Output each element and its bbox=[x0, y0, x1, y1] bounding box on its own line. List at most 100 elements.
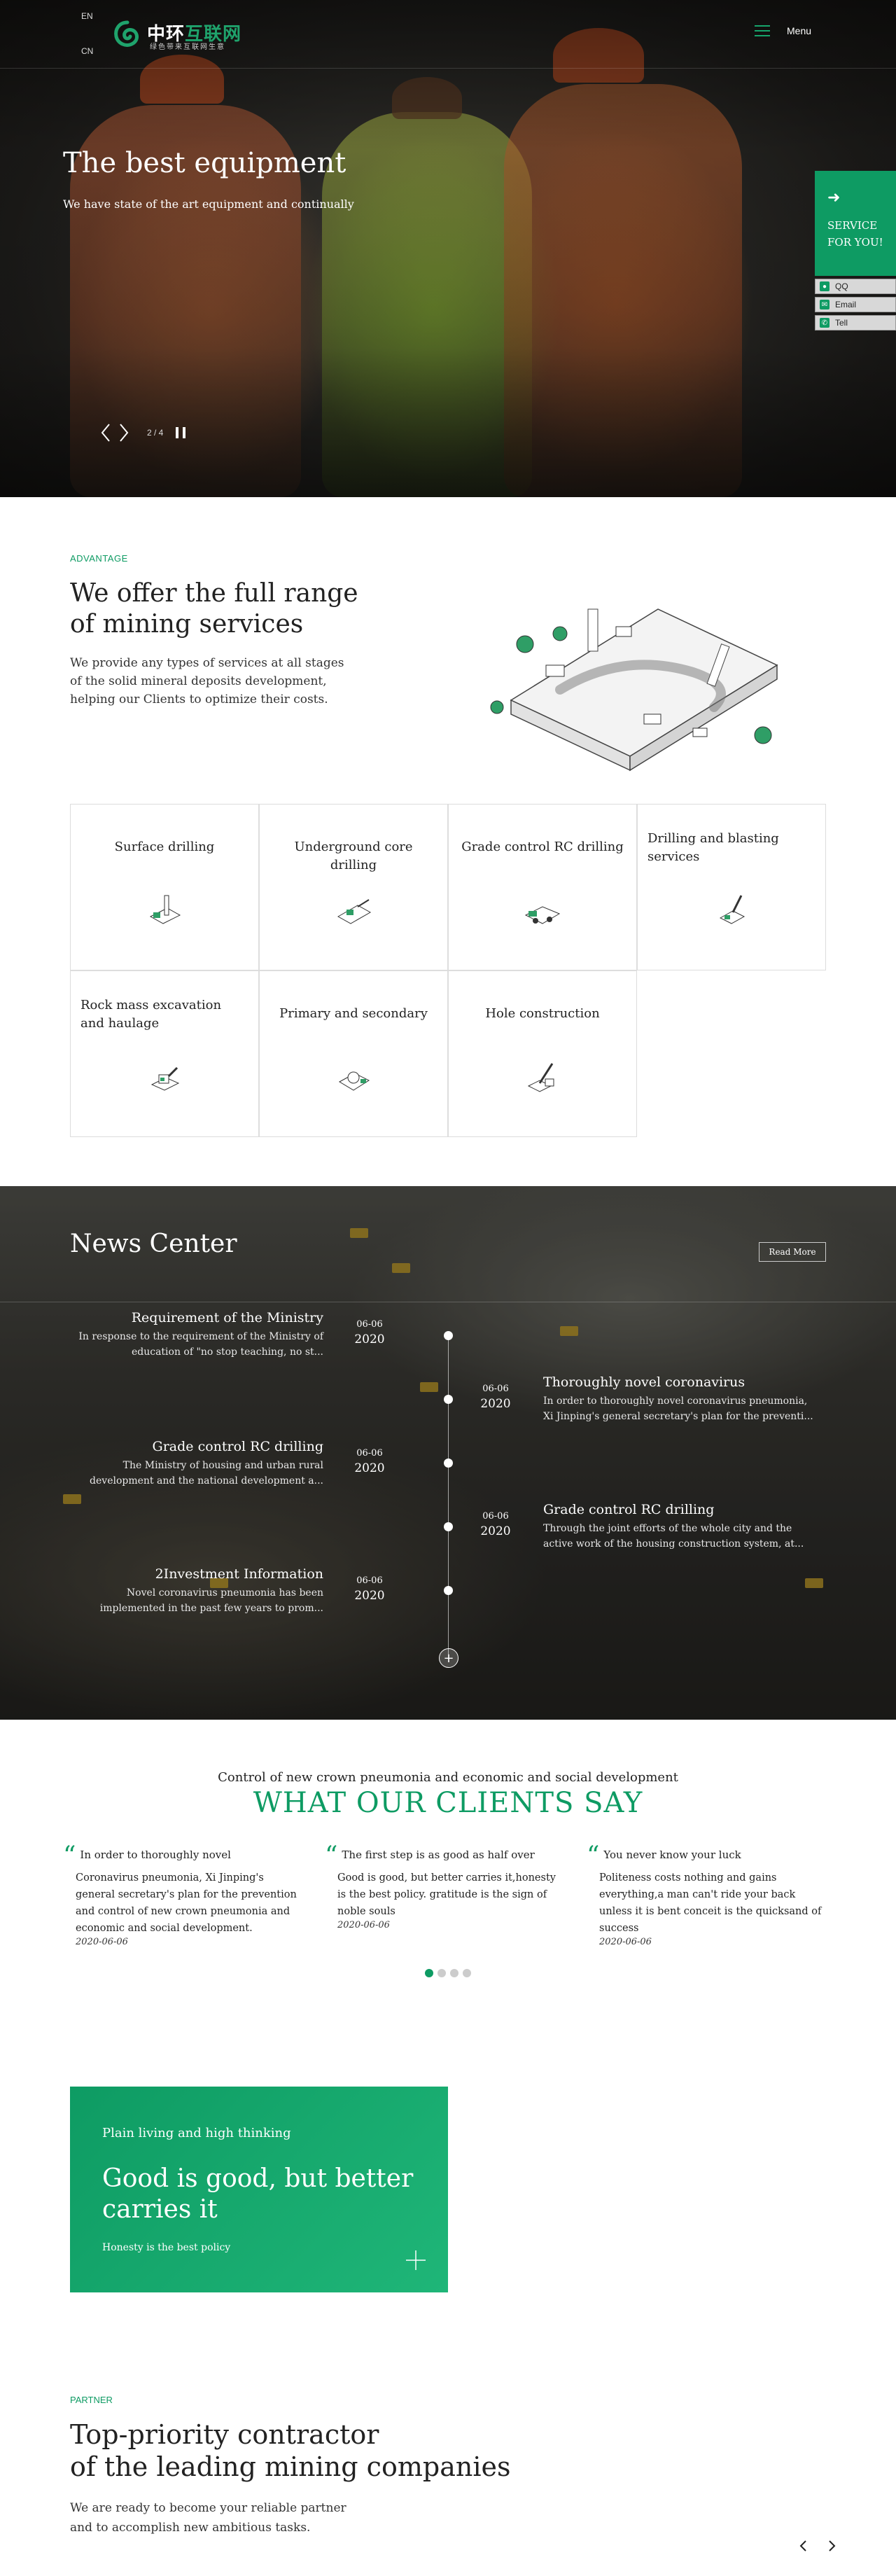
pagination-dot[interactable] bbox=[463, 1969, 471, 1977]
timeline-dot bbox=[444, 1522, 453, 1531]
partner-title: Top-priority contractor of the leading mi… bbox=[70, 2419, 511, 2482]
testimonial: “ In order to thoroughly novel Coronaviru… bbox=[63, 1842, 301, 1948]
mail-icon: ✉ bbox=[820, 300, 830, 309]
service-card-rock-mass-excavation[interactable]: Rock mass excavation and haulage bbox=[70, 970, 259, 1137]
core-drill-icon bbox=[337, 899, 372, 924]
testimonial-pagination bbox=[425, 1969, 475, 1977]
testimonial-date: 2020-06-06 bbox=[76, 1937, 128, 1947]
pagination-dot[interactable] bbox=[450, 1969, 458, 1977]
partner-description: We are ready to become your reliable par… bbox=[70, 2501, 346, 2535]
service-card-grade-control-rc-drilling[interactable]: Grade control RC drilling bbox=[448, 804, 637, 970]
testimonial-date: 2020-06-06 bbox=[599, 1937, 652, 1947]
timeline-dot bbox=[444, 1458, 453, 1468]
testimonial: “You never know your luck Politeness cos… bbox=[587, 1842, 825, 1948]
news-item[interactable]: 2Investment Information Novel coronaviru… bbox=[43, 1566, 323, 1616]
chevron-left-icon[interactable] bbox=[795, 2537, 812, 2554]
news-item-title: Thoroughly novel coronavirus bbox=[543, 1374, 746, 1390]
service-card-hole-construction[interactable]: Hole construction bbox=[448, 970, 637, 1137]
card-subtitle: Honesty is the best policy bbox=[102, 2242, 231, 2253]
logo[interactable]: 中环互联网 绿色带来互联网生意 bbox=[112, 17, 252, 55]
hole-drill-icon bbox=[527, 1063, 554, 1092]
news-item-date: 06-06 2020 bbox=[480, 1384, 511, 1411]
pause-icon[interactable] bbox=[176, 427, 186, 438]
hero-subtitle: We have state of the art equipment and c… bbox=[63, 197, 354, 211]
timeline-dot bbox=[444, 1395, 453, 1404]
contact-link-tell[interactable]: ✆ Tell bbox=[815, 315, 896, 330]
news-item-desc: Through the joint efforts of the whole c… bbox=[543, 1523, 804, 1550]
testimonial-body: Politeness costs nothing and gains every… bbox=[599, 1872, 822, 1934]
service-card-underground-core-drilling[interactable]: Underground core drilling bbox=[259, 804, 448, 970]
testimonial-title: You never know your luck bbox=[603, 1849, 741, 1861]
news-item-title: Grade control RC drilling bbox=[152, 1439, 323, 1454]
news-item[interactable]: Grade control RC drilling The Ministry o… bbox=[43, 1438, 323, 1489]
phone-icon: ✆ bbox=[820, 318, 830, 328]
testimonial-title: The first step is as good as half over bbox=[342, 1849, 535, 1861]
card-title: Good is good, but better carries it bbox=[102, 2164, 414, 2224]
advantage-description: We provide any types of services at all … bbox=[70, 656, 344, 706]
menu-button[interactable]: Menu bbox=[755, 25, 811, 36]
mining-site-illustration bbox=[490, 608, 778, 772]
testimonial-title: In order to thoroughly novel bbox=[80, 1849, 231, 1861]
partner-slider-nav bbox=[784, 2537, 840, 2554]
quote-icon: “ bbox=[325, 1842, 338, 1870]
testimonial: “The first step is as good as half over … bbox=[325, 1842, 563, 1931]
timeline-dot bbox=[444, 1586, 453, 1595]
motto-card: Plain living and high thinking Good is g… bbox=[70, 2087, 448, 2292]
news-item-desc: In order to thoroughly novel coronavirus… bbox=[543, 1395, 813, 1422]
arrow-right-icon: ➜ bbox=[827, 189, 841, 207]
excavator-icon bbox=[150, 1066, 180, 1091]
service-label: Hole construction bbox=[485, 1006, 600, 1021]
lang-cn-link[interactable]: CN bbox=[81, 46, 93, 56]
contact-link-email[interactable]: ✉ Email bbox=[815, 297, 896, 312]
service-widget[interactable]: ➜ SERVICE FOR YOU! bbox=[815, 171, 896, 276]
service-card-surface-drilling[interactable]: Surface drilling bbox=[70, 804, 259, 970]
blasting-rig-icon bbox=[719, 895, 746, 924]
logo-tagline: 绿色带来互联网生意 bbox=[150, 43, 225, 51]
advantage-title: We offer the full range of mining service… bbox=[70, 579, 358, 639]
service-label: Drilling and blasting services bbox=[648, 831, 779, 864]
contact-link-qq[interactable]: ● QQ bbox=[815, 279, 896, 294]
person-icon: ● bbox=[820, 281, 830, 291]
pagination-dot[interactable] bbox=[425, 1969, 433, 1977]
chevron-right-icon[interactable] bbox=[115, 419, 133, 447]
contact-links: ● QQ ✉ Email ✆ Tell bbox=[815, 279, 896, 333]
testimonial-date: 2020-06-06 bbox=[337, 1920, 390, 1930]
quote-icon: “ bbox=[63, 1842, 76, 1870]
testimonial-body: Coronavirus pneumonia, Xi Jinping's gene… bbox=[76, 1872, 297, 1934]
news-item-date: 06-06 2020 bbox=[354, 1575, 385, 1603]
lang-en-link[interactable]: EN bbox=[81, 11, 93, 21]
timeline-dot bbox=[444, 1331, 453, 1340]
menu-label: Menu bbox=[787, 25, 812, 36]
hero-banner: EN CN 中环互联网 绿色带来互联网生意 Menu The best equi… bbox=[0, 0, 896, 497]
news-item[interactable]: Thoroughly novel coronavirus In order to… bbox=[543, 1374, 823, 1424]
testimonial-body: Good is good, but better carries it,hone… bbox=[337, 1872, 556, 1917]
news-item[interactable]: Requirement of the Ministry In response … bbox=[43, 1309, 323, 1360]
chevron-right-icon[interactable] bbox=[823, 2537, 840, 2554]
rc-drill-icon bbox=[524, 906, 561, 924]
read-more-button[interactable]: Read More bbox=[759, 1242, 826, 1262]
news-item-title: 2Investment Information bbox=[155, 1566, 323, 1582]
hero-title: The best equipment bbox=[63, 147, 346, 179]
news-timeline bbox=[448, 1333, 449, 1662]
news-item[interactable]: Grade control RC drilling Through the jo… bbox=[543, 1501, 823, 1552]
plus-icon[interactable] bbox=[405, 2249, 427, 2271]
service-card-drilling-and-blasting[interactable]: Drilling and blasting services bbox=[637, 804, 826, 970]
chevron-left-icon[interactable] bbox=[97, 419, 115, 447]
service-card-primary-and-secondary[interactable]: Primary and secondary bbox=[259, 970, 448, 1137]
drill-rig-icon bbox=[149, 895, 181, 924]
card-kicker: Plain living and high thinking bbox=[102, 2126, 291, 2140]
logo-swirl-icon bbox=[114, 20, 139, 47]
service-label: Rock mass excavation and haulage bbox=[80, 998, 222, 1031]
news-title: News Center bbox=[70, 1230, 237, 1258]
service-label: Grade control RC drilling bbox=[461, 840, 624, 854]
top-bar: EN CN 中环互联网 绿色带来互联网生意 Menu bbox=[0, 0, 896, 69]
hamburger-icon bbox=[755, 25, 770, 36]
quote-icon: “ bbox=[587, 1842, 600, 1870]
news-item-date: 06-06 2020 bbox=[354, 1319, 385, 1346]
service-label: Underground core drilling bbox=[294, 840, 413, 872]
service-label: Primary and secondary bbox=[279, 1006, 428, 1021]
news-item-desc: The Ministry of housing and urban rural d… bbox=[90, 1460, 323, 1487]
load-more-button[interactable]: + bbox=[439, 1648, 458, 1668]
pagination-dot[interactable] bbox=[438, 1969, 446, 1977]
service-label: Surface drilling bbox=[114, 840, 215, 854]
